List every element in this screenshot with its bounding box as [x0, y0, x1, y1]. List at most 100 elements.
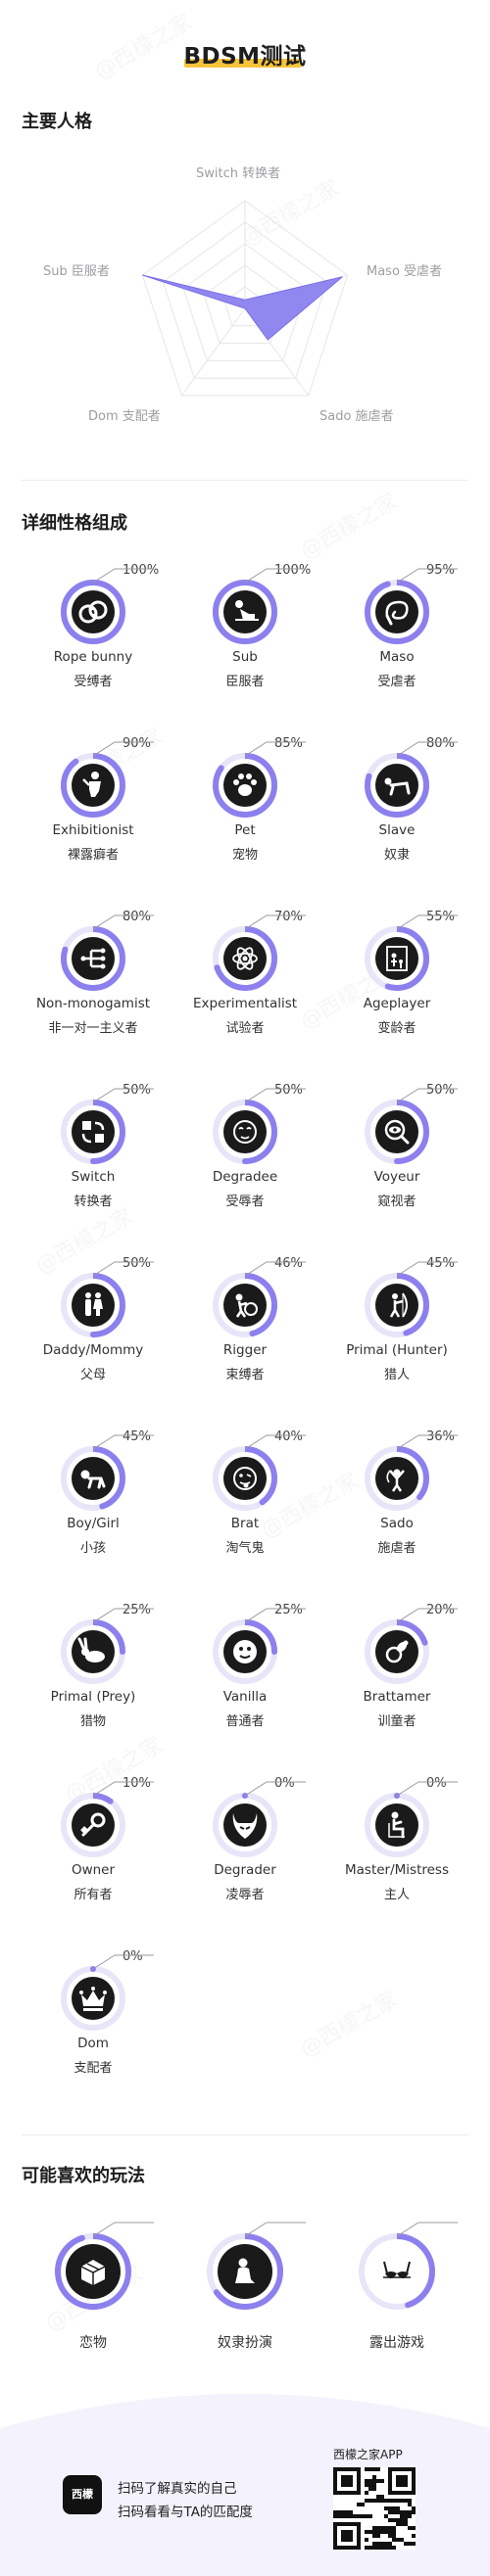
play-ring [207, 2222, 306, 2310]
play-label: 恋物 [79, 2335, 107, 2351]
trait-name-zh: 宠物 [231, 848, 258, 863]
whipping-person-icon [375, 1457, 418, 1500]
ring-end-dot [214, 964, 220, 971]
divider-1 [22, 480, 468, 481]
trait-name-zh: 小孩 [79, 1541, 106, 1556]
ring-end-dot [259, 1499, 266, 1506]
plays-heading: 可能喜欢的玩法 [22, 2166, 145, 2186]
trait-name-zh: 淘气鬼 [225, 1541, 265, 1556]
rigger-icon [223, 1284, 267, 1327]
trait-name-zh: 奴隶 [383, 848, 410, 863]
trait-name-zh: 窥视者 [377, 1194, 416, 1209]
trait-ring [365, 1608, 458, 1684]
rabbit-icon [72, 1630, 115, 1673]
callout-line [396, 1608, 458, 1623]
callout-line [396, 2222, 458, 2237]
bra-icon [369, 2244, 424, 2299]
watermark-text: @西檬之家 [296, 1987, 403, 2063]
ring-end-dot [78, 2234, 85, 2241]
ring-end-dot [271, 1649, 277, 1655]
trait-ring [365, 1434, 458, 1511]
main-personality-heading: 主要人格 [22, 112, 92, 132]
callout-line [92, 1088, 154, 1103]
ring-end-dot [242, 1158, 248, 1164]
crawling-person-icon [375, 764, 418, 807]
callout-line [244, 914, 306, 930]
kneeling-person-icon [223, 590, 267, 633]
callout-line [396, 1434, 458, 1450]
callout-line [92, 741, 154, 757]
result-page: @西檬之家 @西檬之家 @西檬之家 @西檬之家 @西檬之家 @西檬之家 @西檬之家 @西檬之家… [0, 0, 490, 2576]
callout-line [92, 914, 154, 930]
crown-icon [72, 1977, 115, 2020]
ring-end-dot [90, 1332, 96, 1337]
trait-ring [365, 568, 458, 644]
callout-line [244, 741, 306, 757]
callout-line [244, 1781, 306, 1797]
paw-icon [223, 764, 267, 807]
seated-person-icon [375, 1803, 418, 1847]
ring-end-dot [73, 758, 79, 765]
kneeling-slave-icon [218, 2244, 272, 2299]
page-title-text: BDSM测试 [183, 44, 307, 70]
play-ring [359, 2222, 458, 2310]
callout-line [396, 568, 458, 584]
divider-2 [22, 2134, 468, 2135]
trait-ring [61, 1954, 154, 2031]
ring-end-dot [403, 1330, 410, 1336]
radar-chart [141, 200, 349, 397]
callout-line [244, 1434, 306, 1450]
trait-ring [365, 1261, 458, 1337]
radar-label-sado: Sado 施虐者 [319, 409, 394, 424]
trait-name-zh: 猎物 [79, 1714, 106, 1729]
radar-label-switch: Switch 转换者 [196, 166, 281, 181]
callout-line [396, 914, 458, 930]
callout-line [244, 2222, 306, 2237]
play-label: 露出游戏 [369, 2335, 424, 2351]
trait-name-zh: 试验者 [225, 1021, 265, 1036]
whip-icon [375, 590, 418, 633]
callout-line [244, 1088, 306, 1103]
trait-name-zh: 所有者 [74, 1888, 113, 1902]
key-icon [72, 1803, 115, 1847]
rope-icon [72, 590, 115, 633]
radar-label-maso: Maso 受虐者 [367, 264, 443, 279]
trait-name-zh: 凌辱者 [225, 1888, 265, 1902]
trait-ring [365, 741, 458, 818]
footer-line-1: 扫码了解真实的自己 [118, 2481, 237, 2497]
ring-end-dot [120, 1649, 125, 1655]
box-icon [66, 2244, 121, 2299]
ring-end-dot [107, 1798, 114, 1804]
trait-name-zh: 受辱者 [225, 1194, 265, 1209]
qr-code[interactable] [333, 2467, 416, 2550]
callout-line [92, 2222, 154, 2237]
exhibitionist-icon [72, 764, 115, 807]
trait-name-zh: 父母 [79, 1368, 106, 1382]
callout-line [92, 1608, 154, 1623]
trait-name-zh: 非一对一主义者 [48, 1021, 138, 1036]
baby-icon [72, 1457, 115, 1500]
ring-end-dot [394, 1158, 400, 1164]
detail-heading: 详细性格组成 [22, 513, 127, 534]
callout-line [92, 1954, 154, 1970]
callout-line [92, 1781, 154, 1797]
hunter-icon [375, 1284, 418, 1327]
app-logo: 西檬 [63, 2475, 102, 2514]
radar-axis [180, 307, 246, 397]
callout-line [244, 1261, 306, 1277]
ring-end-dot [249, 1331, 256, 1337]
callout-line [396, 741, 458, 757]
trait-ring [365, 1088, 458, 1164]
trait-name-zh: 束缚者 [225, 1368, 265, 1382]
callout-line [244, 1608, 306, 1623]
trait-name-zh: 支配者 [74, 2061, 113, 2076]
callout-line [92, 1261, 154, 1277]
ring-end-dot [416, 1494, 423, 1501]
app-name: 西檬之家APP [333, 2448, 403, 2461]
footer-line-2: 扫码看看与TA的匹配度 [118, 2505, 253, 2520]
trait-name-zh: 裸露癖者 [67, 848, 119, 863]
trait-name-zh: 受缚者 [74, 675, 113, 689]
trait-ring [365, 914, 458, 991]
atom-icon [223, 937, 267, 980]
page-title: BDSM测试 [0, 37, 490, 70]
